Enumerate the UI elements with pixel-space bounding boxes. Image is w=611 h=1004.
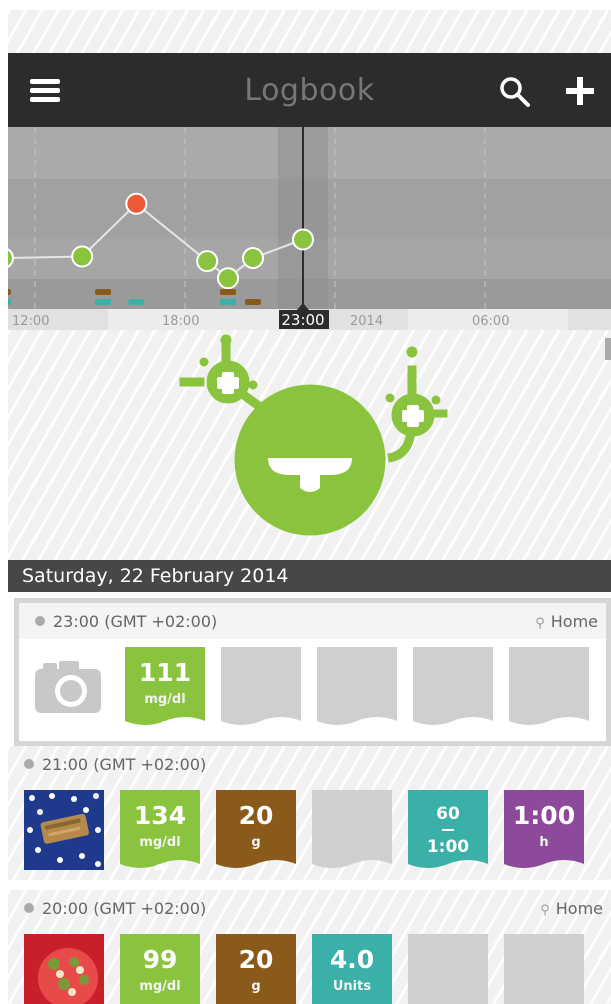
rate-empty-tile[interactable] xyxy=(408,934,488,1004)
status-strip xyxy=(8,10,611,53)
duration-value: 1:00 xyxy=(512,801,576,830)
empty-tile-shape xyxy=(312,790,392,868)
chart-point xyxy=(292,228,314,251)
meal-photo[interactable] xyxy=(24,790,104,870)
search-icon[interactable] xyxy=(498,75,532,109)
app-header: Logbook xyxy=(8,53,611,127)
entry-header: 20:00 (GMT +02:00) ⚲ Home xyxy=(8,890,611,926)
insulin-unit: Units xyxy=(332,979,372,994)
camera-icon xyxy=(35,661,101,713)
chart-event-marker xyxy=(95,289,111,295)
log-entry[interactable]: 21:00 (GMT +02:00) 134 mg/dl 20 g 60 1:0… xyxy=(8,746,611,880)
chart-point xyxy=(125,192,148,215)
clock-icon xyxy=(24,759,34,769)
duration-unit: h xyxy=(539,835,549,850)
entry-time: 21:00 (GMT +02:00) xyxy=(24,755,206,774)
plus-icon[interactable] xyxy=(564,75,596,107)
entry-tiles: 134 mg/dl 20 g 60 1:00 1:00 h xyxy=(8,782,611,878)
carbs-empty-tile[interactable] xyxy=(221,647,301,727)
chart-tick-label: 2014 xyxy=(350,314,383,329)
camera-tile[interactable] xyxy=(29,647,109,727)
empty-tile-shape xyxy=(408,934,488,1004)
rate-divider xyxy=(442,829,454,831)
mascot-illustration xyxy=(8,330,611,560)
glucose-unit: mg/dl xyxy=(139,979,181,994)
glucose-unit: mg/dl xyxy=(144,692,186,707)
glucose-tile[interactable]: 99 mg/dl xyxy=(120,934,200,1004)
chart-event-marker xyxy=(220,289,236,295)
meal-photo-image xyxy=(24,790,104,870)
mascot-monster-icon xyxy=(179,334,448,536)
entry-time: 23:00 (GMT +02:00) xyxy=(35,612,217,631)
entry-location-label: Home xyxy=(555,899,603,918)
chart-tick-label: 18:00 xyxy=(162,314,199,329)
insulin-empty-tile[interactable] xyxy=(312,790,392,870)
location-pin-icon: ⚲ xyxy=(535,616,545,631)
carbs-value: 20 xyxy=(238,945,274,974)
rate-empty-tile[interactable] xyxy=(413,647,493,727)
carbs-tile[interactable]: 20 g xyxy=(216,790,296,870)
entry-location: ⚲ Home xyxy=(540,899,603,918)
entry-time-label: 20:00 (GMT +02:00) xyxy=(42,899,207,918)
carbs-unit: g xyxy=(251,835,261,850)
insulin-empty-tile[interactable] xyxy=(317,647,397,727)
empty-tile-shape xyxy=(413,647,493,725)
rate-value-bottom: 1:00 xyxy=(426,837,470,857)
entry-tiles: 99 mg/dl 20 g 4.0 Units xyxy=(8,926,611,1004)
meal-photo[interactable] xyxy=(24,934,104,1004)
rate-tile[interactable]: 60 1:00 xyxy=(408,790,488,870)
entry-time-label: 21:00 (GMT +02:00) xyxy=(42,755,207,774)
entry-header: 23:00 (GMT +02:00) ⚲ Home xyxy=(19,603,606,639)
entry-location-label: Home xyxy=(550,612,598,631)
insulin-value: 4.0 xyxy=(329,945,375,974)
meal-photo-image xyxy=(24,934,104,1004)
chart-event-marker xyxy=(128,299,145,305)
chart-tick-label: 12:00 xyxy=(12,314,49,329)
scroll-indicator[interactable] xyxy=(605,338,611,360)
chart-event-marker xyxy=(95,299,111,305)
activity-empty-tile[interactable] xyxy=(504,934,584,1004)
activity-empty-tile[interactable] xyxy=(509,647,589,727)
activity-tile[interactable]: 1:00 h xyxy=(504,790,584,870)
chart-tick-label: 06:00 xyxy=(472,314,509,329)
entry-time-label: 23:00 (GMT +02:00) xyxy=(53,612,218,631)
glucose-chart[interactable]: 12:00 18:00 23:00 2014 06:00 xyxy=(8,127,611,330)
clock-icon xyxy=(24,903,34,913)
empty-tile-shape xyxy=(509,647,589,725)
entry-time: 20:00 (GMT +02:00) xyxy=(24,899,206,918)
carbs-tile[interactable]: 20 g xyxy=(216,934,296,1004)
log-entry[interactable]: 23:00 (GMT +02:00) ⚲ Home 111 mg/dl xyxy=(14,598,611,746)
glucose-value: 134 xyxy=(133,801,187,830)
carbs-value: 20 xyxy=(238,801,274,830)
chart-selected-time-label: 23:00 xyxy=(281,311,324,329)
entry-location: ⚲ Home xyxy=(535,612,598,631)
chart-event-marker xyxy=(8,299,11,305)
empty-tile-shape xyxy=(221,647,301,725)
clock-icon xyxy=(35,616,45,626)
carbs-unit: g xyxy=(251,979,261,994)
chart-point xyxy=(242,247,264,270)
empty-tile-shape xyxy=(317,647,397,725)
chart-event-marker xyxy=(245,299,261,305)
glucose-value: 111 xyxy=(138,658,192,687)
date-header: Saturday, 22 February 2014 xyxy=(8,560,611,592)
insulin-tile[interactable]: 4.0 Units xyxy=(312,934,392,1004)
entry-header: 21:00 (GMT +02:00) xyxy=(8,746,611,782)
entry-tiles: 111 mg/dl xyxy=(19,639,606,735)
glucose-unit: mg/dl xyxy=(139,835,181,850)
log-entry[interactable]: 20:00 (GMT +02:00) ⚲ Home 99 mg/dl 20 g … xyxy=(8,890,611,1004)
chart-point xyxy=(196,250,219,273)
glucose-tile[interactable]: 111 mg/dl xyxy=(125,647,205,727)
chart-point xyxy=(217,267,239,290)
rate-value-top: 60 xyxy=(436,804,460,824)
chart-event-marker xyxy=(220,299,236,305)
glucose-value: 99 xyxy=(142,945,178,974)
chart-event-marker xyxy=(8,289,11,295)
empty-tile-shape xyxy=(504,934,584,1004)
location-pin-icon: ⚲ xyxy=(540,903,550,918)
chart-point xyxy=(71,245,94,268)
glucose-tile[interactable]: 134 mg/dl xyxy=(120,790,200,870)
